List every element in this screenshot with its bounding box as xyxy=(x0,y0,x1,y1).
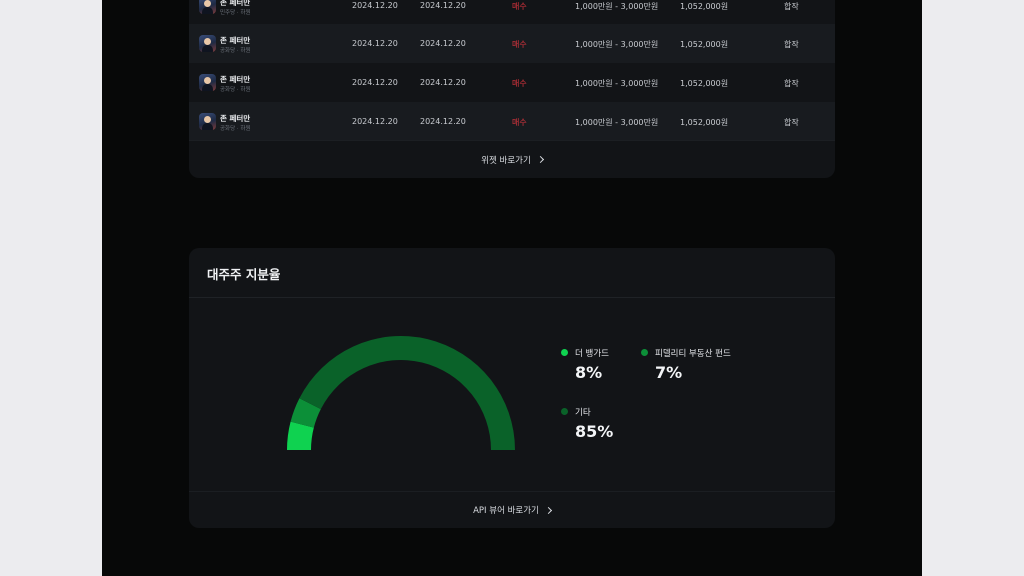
table-row[interactable]: 존 페터만 공화당 · 하원 2024.12.20 2024.12.20 매수 … xyxy=(189,24,835,63)
legend-percent: 8% xyxy=(575,363,603,382)
member-party: 공화당 · 하원 xyxy=(220,48,251,54)
trades-card: 존 페터만 민주당 · 하원 2024.12.20 2024.12.20 매수 … xyxy=(189,0,835,178)
table-row[interactable]: 존 페터만 공화당 · 하원 2024.12.20 2024.12.20 매수 … xyxy=(189,102,835,141)
avatar xyxy=(199,74,216,91)
legend-label: 더 뱅가드 xyxy=(575,349,609,359)
trade-type: 매수 xyxy=(512,2,527,11)
legend-dot xyxy=(641,349,648,356)
trade-status: 합작 xyxy=(784,79,799,88)
chevron-right-icon xyxy=(544,506,552,514)
widget-link-label: 위젯 바로가기 xyxy=(481,155,531,166)
trade-type: 매수 xyxy=(512,40,527,49)
api-viewer-link-button[interactable]: API 뷰어 바로가기 xyxy=(189,491,835,528)
member-name: 존 페터만 xyxy=(220,75,251,84)
chevron-right-icon xyxy=(536,155,544,164)
member-name: 존 페터만 xyxy=(220,0,251,7)
legend-percent: 85% xyxy=(575,422,614,441)
avatar xyxy=(199,35,216,52)
member-name: 존 페터만 xyxy=(220,114,251,123)
gauge-segment xyxy=(299,335,515,450)
legend-dot xyxy=(561,349,568,356)
trade-range: 1,000만원 - 3,000만원 xyxy=(575,40,659,49)
report-date: 2024.12.20 xyxy=(420,1,466,10)
trade-price: 1,052,000원 xyxy=(680,79,729,88)
trade-type: 매수 xyxy=(512,118,527,127)
legend-label: 피델리티 부동산 펀드 xyxy=(655,349,731,359)
trade-price: 1,052,000원 xyxy=(680,118,729,127)
trade-date: 2024.12.20 xyxy=(352,117,398,126)
report-date: 2024.12.20 xyxy=(420,117,466,126)
legend-percent: 7% xyxy=(655,363,683,382)
page: 존 페터만 민주당 · 하원 2024.12.20 2024.12.20 매수 … xyxy=(102,0,922,576)
trade-status: 합작 xyxy=(784,2,799,11)
legend-dot xyxy=(561,408,568,415)
avatar xyxy=(199,0,216,14)
trade-type: 매수 xyxy=(512,79,527,88)
widget-link-button[interactable]: 위젯 바로가기 xyxy=(189,140,835,178)
legend-label: 기타 xyxy=(575,408,591,418)
trade-date: 2024.12.20 xyxy=(352,78,398,87)
trade-range: 1,000만원 - 3,000만원 xyxy=(575,2,659,11)
trade-status: 합작 xyxy=(784,118,799,127)
ownership-gauge-chart xyxy=(287,335,515,450)
report-date: 2024.12.20 xyxy=(420,39,466,48)
member-party: 공화당 · 하원 xyxy=(220,87,251,93)
member-party: 민주당 · 하원 xyxy=(220,10,251,16)
trade-range: 1,000만원 - 3,000만원 xyxy=(575,118,659,127)
table-row[interactable]: 존 페터만 공화당 · 하원 2024.12.20 2024.12.20 매수 … xyxy=(189,63,835,102)
trade-status: 합작 xyxy=(784,40,799,49)
trade-date: 2024.12.20 xyxy=(352,1,398,10)
member-name: 존 페터만 xyxy=(220,36,251,45)
divider xyxy=(189,297,835,298)
trade-date: 2024.12.20 xyxy=(352,39,398,48)
trade-price: 1,052,000원 xyxy=(680,2,729,11)
api-viewer-link-label: API 뷰어 바로가기 xyxy=(473,506,539,516)
trade-price: 1,052,000원 xyxy=(680,40,729,49)
section-title: 대주주 지분율 xyxy=(207,267,281,282)
table-row[interactable]: 존 페터만 민주당 · 하원 2024.12.20 2024.12.20 매수 … xyxy=(189,0,835,25)
member-party: 공화당 · 하원 xyxy=(220,126,251,132)
avatar xyxy=(199,113,216,130)
shareholders-card: 대주주 지분율 더 뱅가드 8% 피델리티 부동산 펀드 7% 기타 85% A… xyxy=(189,248,835,528)
trade-range: 1,000만원 - 3,000만원 xyxy=(575,79,659,88)
report-date: 2024.12.20 xyxy=(420,78,466,87)
